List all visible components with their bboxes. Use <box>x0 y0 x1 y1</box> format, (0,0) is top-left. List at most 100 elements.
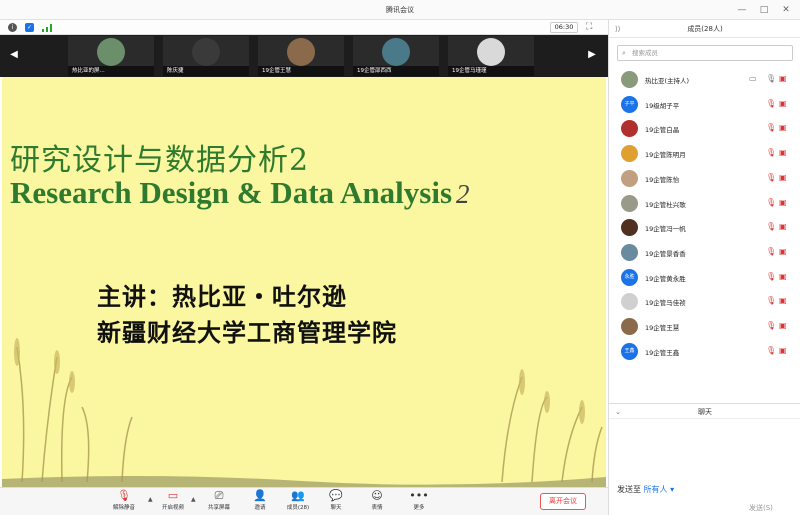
leave-meeting-button[interactable]: 离开会议 <box>540 493 586 510</box>
shield-icon[interactable]: ✓ <box>25 23 34 32</box>
member-name: 19级胡子平 <box>645 101 680 110</box>
send-to-selector[interactable]: 发送至 所有人 ▾ <box>617 484 674 495</box>
video-tile[interactable]: 陈庆捷 <box>163 36 249 76</box>
member-row[interactable]: 热比亚(主持人) ▭ 🎙 ▣ <box>609 68 800 92</box>
video-options-icon[interactable]: ▲ <box>191 496 196 503</box>
collapse-chat-icon[interactable]: ⌄ <box>615 404 621 420</box>
member-row[interactable]: 19企管陈明月 🎙 ▣ <box>609 142 800 166</box>
participant-avatar <box>287 38 315 66</box>
camera-off-icon[interactable]: ▣ <box>779 321 787 330</box>
video-tile-name: 19企管邵西西 <box>353 66 439 76</box>
avatar <box>621 71 638 88</box>
member-name: 19企管杜兴歌 <box>645 200 686 209</box>
invite-button[interactable]: 👤 邀请 <box>243 489 277 515</box>
emoji-button[interactable]: ☺ 表情 <box>360 489 394 515</box>
emoji-icon: ☺ <box>371 489 383 502</box>
camera-off-icon[interactable]: ▣ <box>779 74 787 83</box>
window-titlebar: 腾讯会议 — □ ✕ <box>0 0 800 20</box>
fullscreen-icon[interactable]: ⛶ <box>586 22 592 32</box>
avatar <box>621 145 638 163</box>
info-icon[interactable]: i <box>8 23 17 32</box>
video-tile[interactable]: 19企管邵西西 <box>353 36 439 76</box>
unmute-button[interactable]: 🎙 解除静音 <box>107 489 141 515</box>
member-row[interactable]: 19企管白晶 🎙 ▣ <box>609 117 800 141</box>
send-to-dropdown[interactable]: 所有人 <box>644 485 668 494</box>
member-name: 19企管陈明月 <box>645 151 686 160</box>
camera-off-icon[interactable]: ▣ <box>779 272 787 281</box>
camera-off-icon[interactable]: ▣ <box>779 222 787 231</box>
mic-off-icon[interactable]: 🎙 <box>766 74 776 83</box>
send-button[interactable]: 发送(S) <box>749 503 773 513</box>
camera-off-icon[interactable]: ▣ <box>779 346 787 355</box>
member-name: 19企管马佳祯 <box>645 299 686 308</box>
avatar <box>621 120 638 138</box>
member-name: 19企管白晶 <box>645 126 680 135</box>
mic-off-icon[interactable]: 🎙 <box>766 272 776 281</box>
invite-icon: 👤 <box>253 489 267 502</box>
camera-off-icon[interactable]: ▣ <box>779 99 787 108</box>
minimize-icon[interactable]: — <box>735 3 749 17</box>
mic-off-icon[interactable]: 🎙 <box>766 173 776 182</box>
camera-off-icon[interactable]: ▣ <box>779 296 787 305</box>
mic-off-icon[interactable]: 🎙 <box>766 99 776 108</box>
member-row[interactable]: 永胜 19企管黄永胜 🎙 ▣ <box>609 266 800 290</box>
mic-off-icon[interactable]: 🎙 <box>766 296 776 305</box>
camera-off-icon[interactable]: ▣ <box>779 198 787 207</box>
strip-prev-icon[interactable]: ◀ <box>8 45 20 65</box>
member-row[interactable]: 王鑫 19企管王鑫 🎙 ▣ <box>609 340 800 364</box>
grass-decoration <box>2 338 606 487</box>
member-row[interactable]: 19企管杜兴歌 🎙 ▣ <box>609 192 800 216</box>
video-strip: ◀ 热比亚的屏... 陈庆捷 19企管王慧 19企管邵西西 19企管马瑾瑾 ▶ <box>0 35 608 77</box>
member-row[interactable]: 19企管冯一帆 🎙 ▣ <box>609 216 800 240</box>
members-panel: ⟩⟩ 成员(28人) ⌕ 搜索成员 热比亚(主持人) ▭ 🎙 ▣ 子平 19级胡子平 🎙 ▣ 1… <box>608 20 800 515</box>
avatar <box>621 219 638 237</box>
camera-off-icon[interactable]: ▣ <box>779 123 787 132</box>
camera-off-icon[interactable]: ▣ <box>779 148 787 157</box>
member-name: 19企管冯一帆 <box>645 225 686 234</box>
mic-off-icon[interactable]: 🎙 <box>766 247 776 256</box>
avatar <box>621 169 638 187</box>
video-tile[interactable]: 热比亚的屏... <box>68 36 154 76</box>
member-row[interactable]: 19企管陈怡 🎙 ▣ <box>609 167 800 191</box>
strip-next-icon[interactable]: ▶ <box>586 45 598 65</box>
member-row[interactable]: 19企管王慧 🎙 ▣ <box>609 315 800 339</box>
member-name: 热比亚(主持人) <box>645 77 690 85</box>
close-icon[interactable]: ✕ <box>779 3 793 17</box>
meeting-timer: 06:30 <box>550 22 578 33</box>
member-row[interactable]: 19企管景香香 🎙 ▣ <box>609 241 800 265</box>
participant-avatar <box>382 38 410 66</box>
collapse-panel-icon[interactable]: ⟩⟩ <box>615 20 620 38</box>
camera-off-icon[interactable]: ▣ <box>779 247 787 256</box>
share-screen-button[interactable]: ⎚ 共享屏幕 <box>202 489 236 515</box>
chat-icon: 💬 <box>329 489 343 502</box>
more-button[interactable]: ••• 更多 <box>402 489 436 515</box>
maximize-icon[interactable]: □ <box>757 3 771 17</box>
start-video-button[interactable]: ▭ 开启视频 <box>156 489 190 515</box>
share-screen-icon: ⎚ <box>214 489 224 502</box>
search-icon: ⌕ <box>622 49 626 57</box>
video-tile[interactable]: 19企管王慧 <box>258 36 344 76</box>
avatar <box>621 318 638 335</box>
mic-off-icon[interactable]: 🎙 <box>766 198 776 207</box>
video-tile-name: 19企管王慧 <box>258 66 344 76</box>
member-search-input[interactable]: ⌕ 搜索成员 <box>617 45 793 61</box>
chat-header: ⌄ 聊天 <box>609 403 800 419</box>
avatar: 王鑫 <box>621 342 638 360</box>
video-tile[interactable]: 19企管马瑾瑾 <box>448 36 534 76</box>
camera-off-icon[interactable]: ▣ <box>779 173 787 182</box>
window-title: 腾讯会议 <box>386 6 414 14</box>
member-row[interactable]: 子平 19级胡子平 🎙 ▣ <box>609 93 800 117</box>
video-tile-name: 热比亚的屏... <box>68 66 154 76</box>
audio-options-icon[interactable]: ▲ <box>148 496 153 503</box>
mic-off-icon[interactable]: 🎙 <box>766 321 776 330</box>
avatar <box>621 194 638 212</box>
members-button[interactable]: 👥 成员(28) <box>281 489 315 515</box>
mic-off-icon[interactable]: 🎙 <box>766 346 776 355</box>
member-row[interactable]: 19企管马佳祯 🎙 ▣ <box>609 290 800 314</box>
mic-off-icon[interactable]: 🎙 <box>766 222 776 231</box>
mic-off-icon[interactable]: 🎙 <box>766 148 776 157</box>
mic-off-icon[interactable]: 🎙 <box>766 123 776 132</box>
chat-button[interactable]: 💬 聊天 <box>319 489 353 515</box>
video-tile-name: 19企管马瑾瑾 <box>448 66 534 76</box>
mic-off-icon: 🎙 <box>117 489 131 502</box>
